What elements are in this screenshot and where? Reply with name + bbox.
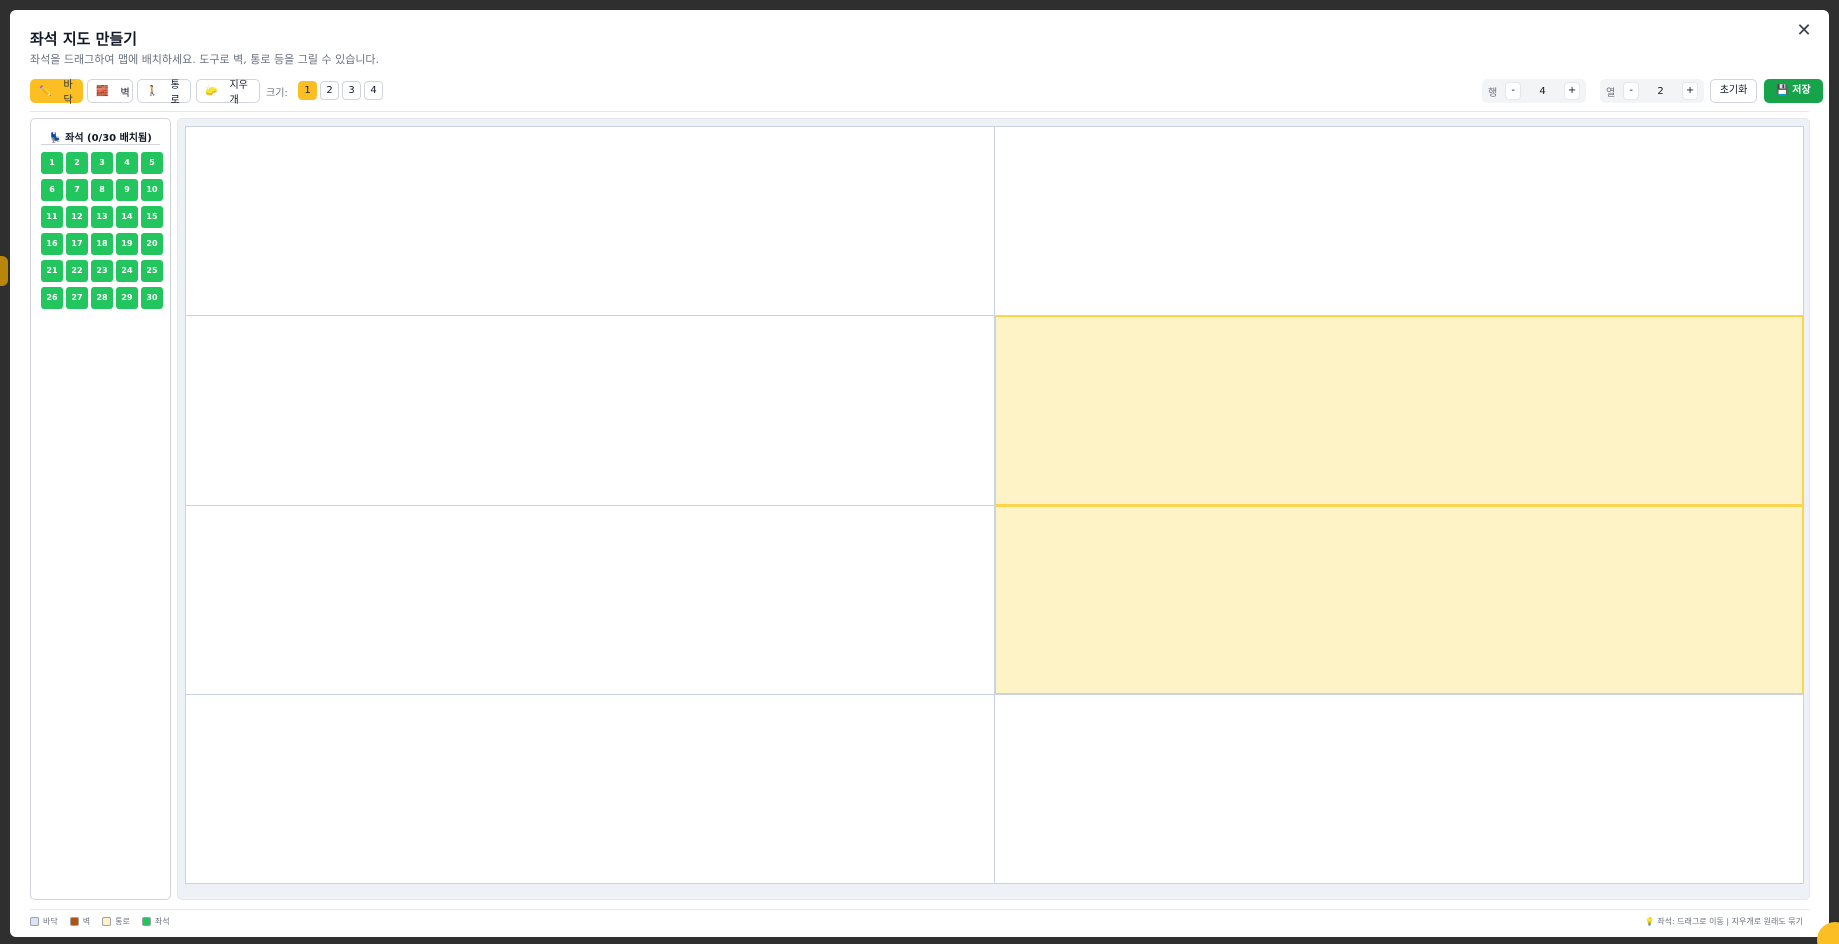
cols-decrement-button[interactable]: - bbox=[1623, 82, 1640, 100]
seat-chip[interactable]: 1 bbox=[41, 152, 63, 174]
tool-wall-button[interactable]: 🧱 벽 bbox=[87, 79, 133, 103]
seat-chip[interactable]: 4 bbox=[116, 152, 138, 174]
seat-chip[interactable]: 8 bbox=[91, 179, 113, 201]
seat-chip[interactable]: 15 bbox=[141, 206, 163, 228]
rows-stepper: 행 - 4 + bbox=[1482, 79, 1586, 103]
tool-eraser-label: 지우개 bbox=[229, 80, 248, 106]
tool-floor-label: 바닥 bbox=[63, 80, 73, 106]
legend-swatch bbox=[30, 917, 39, 926]
brick-icon: 🧱 bbox=[96, 85, 109, 97]
seat-chip[interactable]: 23 bbox=[91, 260, 113, 282]
seat-chip[interactable]: 17 bbox=[66, 233, 88, 255]
tool-aisle-button[interactable]: 🚶 통로 bbox=[137, 79, 191, 106]
walker-icon: 🚶 bbox=[146, 85, 159, 97]
size-3-button[interactable]: 3 bbox=[342, 81, 361, 100]
seat-chip[interactable]: 24 bbox=[116, 260, 138, 282]
map-cell-floor[interactable] bbox=[186, 127, 994, 316]
toolbar-divider bbox=[30, 111, 1809, 112]
rows-decrement-button[interactable]: - bbox=[1505, 82, 1522, 100]
seat-chip[interactable]: 13 bbox=[91, 206, 113, 228]
seat-chip[interactable]: 11 bbox=[41, 206, 63, 228]
brush-size-label: 크기: bbox=[266, 88, 288, 99]
legend-item: 벽 bbox=[69, 916, 91, 927]
seat-chip[interactable]: 21 bbox=[41, 260, 63, 282]
legend-item: 바닥 bbox=[30, 916, 58, 927]
map-cell-floor[interactable] bbox=[186, 694, 994, 883]
modal-subtitle: 좌석을 드래그하여 맵에 배치하세요. 도구로 벽, 통로 등을 그릴 수 있습… bbox=[30, 53, 380, 66]
map-cell-floor[interactable] bbox=[995, 694, 1803, 883]
seat-chip[interactable]: 19 bbox=[116, 233, 138, 255]
rows-label: 행 bbox=[1488, 87, 1498, 99]
seat-chip[interactable]: 12 bbox=[66, 206, 88, 228]
legend-label: 벽 bbox=[82, 917, 91, 926]
size-2-button[interactable]: 2 bbox=[320, 81, 339, 100]
seat-chip[interactable]: 10 bbox=[141, 179, 163, 201]
tool-wall-label: 벽 bbox=[120, 87, 130, 99]
map-grid[interactable] bbox=[185, 126, 1804, 884]
save-button[interactable]: 💾 저장 bbox=[1764, 79, 1823, 103]
cols-label: 열 bbox=[1606, 87, 1616, 99]
cols-increment-button[interactable]: + bbox=[1682, 82, 1698, 100]
seat-chip[interactable]: 30 bbox=[141, 287, 163, 309]
backdrop-accent bbox=[0, 256, 8, 286]
legend-item: 좌석 bbox=[141, 916, 170, 927]
legend-swatch bbox=[69, 917, 79, 926]
map-cell-floor[interactable] bbox=[186, 316, 994, 505]
seat-chip[interactable]: 16 bbox=[41, 233, 63, 255]
rows-increment-button[interactable]: + bbox=[1564, 82, 1580, 100]
rows-value[interactable]: 4 bbox=[1521, 86, 1564, 97]
reset-button[interactable]: 초기화 bbox=[1710, 79, 1757, 103]
seat-panel: 💺 좌석 (0/30 배치됨) 1 2 3 4 5 6 7 8 9 10 11 12 13 14 15 16 1… bbox=[30, 118, 171, 900]
seat-chip[interactable]: 27 bbox=[66, 287, 88, 309]
seat-chip[interactable]: 28 bbox=[91, 287, 113, 309]
legend-item: 통로 bbox=[102, 916, 130, 927]
legend-label: 좌석 bbox=[154, 917, 170, 926]
seat-chip[interactable]: 5 bbox=[141, 152, 163, 174]
seat-chip[interactable]: 18 bbox=[91, 233, 113, 255]
cols-stepper: 열 - 2 + bbox=[1600, 79, 1704, 103]
map-cell-aisle[interactable] bbox=[995, 316, 1803, 505]
seat-chip[interactable]: 22 bbox=[66, 260, 88, 282]
seat-grid: 1 2 3 4 5 6 7 8 9 10 11 12 13 14 15 16 17 18 19 20 21 22 23 24 2… bbox=[41, 152, 164, 309]
seat-chip[interactable]: 20 bbox=[141, 233, 163, 255]
legend-label: 바닥 bbox=[43, 917, 58, 926]
size-4-button[interactable]: 4 bbox=[364, 81, 383, 100]
seat-chip[interactable]: 29 bbox=[116, 287, 138, 309]
tool-floor-button[interactable]: ✏️ 바닥 bbox=[30, 79, 83, 106]
tool-aisle-label: 통로 bbox=[170, 80, 180, 106]
pencil-icon: ✏️ bbox=[39, 85, 52, 97]
footer-divider bbox=[30, 909, 1809, 910]
toolbar: ✏️ 바닥 🧱 벽 🚶 통로 🧽 지우개 크기: 1 2 3 4 행 - 4 +… bbox=[30, 79, 1823, 111]
seat-chip[interactable]: 3 bbox=[91, 152, 113, 174]
seat-chip[interactable]: 26 bbox=[41, 287, 63, 309]
seat-chip[interactable]: 6 bbox=[41, 179, 63, 201]
hint-text: 💡 좌석: 드래그로 이동 | 지우개로 원래도 묶기 bbox=[1644, 917, 1803, 926]
map-cell-floor[interactable] bbox=[995, 127, 1803, 316]
size-1-button[interactable]: 1 bbox=[298, 81, 317, 100]
seat-map-modal: ✕ 좌석 지도 만들기 좌석을 드래그하여 맵에 배치하세요. 도구로 벽, 통… bbox=[10, 10, 1829, 937]
map-canvas[interactable] bbox=[177, 118, 1810, 900]
seat-panel-title: 💺 좌석 (0/30 배치됨) bbox=[41, 129, 160, 145]
seat-chip[interactable]: 2 bbox=[66, 152, 88, 174]
legend-swatch bbox=[102, 917, 112, 926]
eraser-icon: 🧽 bbox=[205, 85, 218, 97]
map-cell-floor[interactable] bbox=[186, 505, 994, 694]
seat-chip[interactable]: 25 bbox=[141, 260, 163, 282]
map-cell-aisle[interactable] bbox=[995, 505, 1803, 694]
legend: 바닥 벽 통로 좌석 bbox=[30, 916, 170, 927]
legend-label: 통로 bbox=[115, 917, 130, 926]
seat-chip[interactable]: 7 bbox=[66, 179, 88, 201]
seat-chip[interactable]: 14 bbox=[116, 206, 138, 228]
cols-value[interactable]: 2 bbox=[1639, 86, 1682, 97]
modal-title: 좌석 지도 만들기 bbox=[30, 30, 138, 48]
legend-swatch bbox=[141, 917, 151, 926]
seat-chip[interactable]: 9 bbox=[116, 179, 138, 201]
tool-eraser-button[interactable]: 🧽 지우개 bbox=[196, 79, 260, 106]
close-icon[interactable]: ✕ bbox=[1793, 20, 1815, 42]
